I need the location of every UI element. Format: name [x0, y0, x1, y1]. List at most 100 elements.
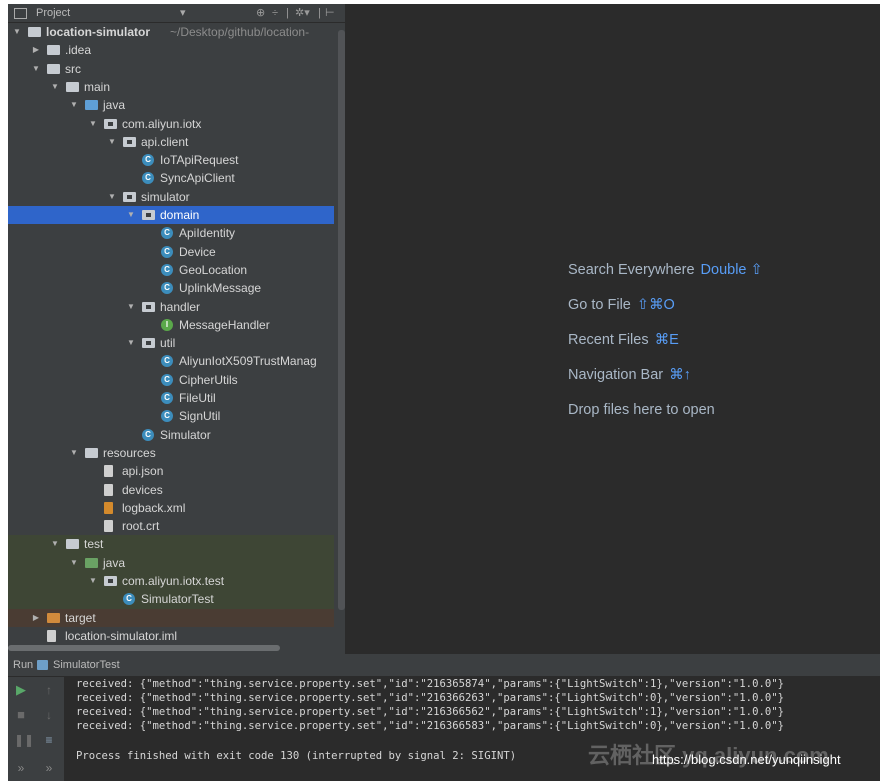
interface-icon: I — [161, 318, 173, 331]
project-path: ~/Desktop/github/location- — [170, 25, 310, 39]
tree-item[interactable]: location-simulator.iml — [8, 627, 334, 645]
expanded-arrow-icon[interactable]: ▼ — [50, 535, 60, 553]
more-right-icon[interactable]: » — [42, 761, 56, 775]
stop-icon[interactable]: ■ — [14, 708, 28, 722]
split-icon[interactable]: ÷ — [272, 4, 278, 22]
expanded-arrow-icon[interactable]: ▼ — [88, 572, 98, 590]
tree-item[interactable]: ▼ com.aliyun.iotx — [8, 115, 334, 133]
expanded-arrow-icon[interactable]: ▼ — [126, 334, 136, 352]
expanded-arrow-icon[interactable]: ▼ — [126, 206, 136, 224]
soft-wrap-icon[interactable]: ≡ — [42, 733, 56, 747]
target-icon[interactable]: ⊕ — [256, 4, 265, 22]
tree-item[interactable]: ▼ domain — [8, 206, 334, 225]
tree-item[interactable]: ▼ handler — [8, 298, 334, 316]
tree-item[interactable]: logback.xml — [8, 499, 334, 517]
tree-item[interactable]: ▼ main — [8, 78, 334, 96]
expanded-arrow-icon[interactable]: ▼ — [69, 444, 79, 462]
tree-item[interactable]: ▼ test — [8, 535, 334, 554]
tree-item[interactable]: ▶ target — [8, 608, 334, 627]
class-icon: C — [161, 392, 173, 404]
expanded-arrow-icon[interactable]: ▼ — [12, 23, 22, 41]
project-title[interactable]: Project — [36, 4, 70, 22]
tree-item[interactable]: ▼ simulator — [8, 188, 334, 206]
horizontal-scrollbar[interactable] — [8, 645, 280, 651]
tree-item-label: GeoLocation — [179, 262, 248, 277]
run-label[interactable]: Run — [13, 654, 33, 676]
tree-item-label: test — [84, 537, 104, 552]
tree-item[interactable]: C ApiIdentity — [8, 224, 334, 242]
tree-item[interactable]: ▶ .idea — [8, 41, 334, 59]
tree-item-label: UplinkMessage — [179, 281, 262, 296]
expanded-arrow-icon[interactable]: ▼ — [69, 96, 79, 114]
package-icon — [104, 118, 117, 129]
folder-icon — [28, 27, 41, 37]
tree-item[interactable]: C GeoLocation — [8, 261, 334, 279]
tree-item[interactable]: devices — [8, 481, 334, 499]
hint-label: Navigation Bar — [568, 367, 664, 383]
collapsed-arrow-icon[interactable]: ▶ — [31, 41, 41, 59]
tree-item[interactable]: C UplinkMessage — [8, 279, 334, 297]
pause-icon[interactable]: ❚❚ — [14, 733, 34, 747]
tree-item[interactable]: C FileUtil — [8, 389, 334, 407]
run-toolbar: ▶ ↑ ■ ↓ ❚❚ ≡ » » — [8, 677, 64, 781]
tree-item[interactable]: C SignUtil — [8, 407, 334, 425]
run-config-tab[interactable]: SimulatorTest — [53, 654, 120, 676]
tree-item-label: devices — [122, 482, 163, 497]
scroll-up-icon[interactable]: ↑ — [42, 683, 56, 697]
tree-item-label: com.aliyun.iotx.test — [122, 574, 225, 588]
tree-item[interactable]: api.json — [8, 462, 334, 480]
tree-item[interactable]: C Simulator — [8, 426, 334, 444]
collapsed-arrow-icon[interactable]: ▶ — [31, 609, 41, 627]
class-icon: C — [161, 373, 173, 386]
expanded-arrow-icon[interactable]: ▼ — [88, 115, 98, 133]
tree-item-label: api.client — [141, 134, 189, 149]
tree-item[interactable]: ▼ resources — [8, 444, 334, 462]
file-icon — [47, 629, 56, 642]
tree-item[interactable]: I MessageHandler — [8, 316, 334, 334]
tree-item[interactable]: C IoTApiRequest — [8, 151, 334, 169]
tree-item[interactable]: C AliyunIotX509TrustManag — [8, 352, 334, 370]
tree-item[interactable]: ▼ com.aliyun.iotx.test — [8, 572, 334, 591]
tree-item[interactable]: ▼ java — [8, 553, 334, 572]
scroll-down-icon[interactable]: ↓ — [42, 708, 56, 722]
hide-icon[interactable]: ⊢ — [325, 4, 335, 22]
tree-item[interactable]: C SimulatorTest — [8, 590, 334, 609]
tree-item[interactable]: C SyncApiClient — [8, 169, 334, 187]
expanded-arrow-icon[interactable]: ▼ — [50, 78, 60, 96]
project-view-dropdown-icon[interactable]: ▾ — [180, 4, 186, 22]
expanded-arrow-icon[interactable]: ▼ — [107, 133, 117, 151]
vertical-scrollbar[interactable] — [338, 30, 345, 610]
expanded-arrow-icon[interactable]: ▼ — [31, 60, 41, 78]
console-line: received: {"method":"thing.service.prope… — [76, 720, 784, 732]
hint-shortcut: ⌘E — [654, 332, 679, 348]
tree-item-label: IoTApiRequest — [160, 153, 239, 168]
tree-item-label: util — [160, 336, 176, 351]
hint-search-everywhere: Search Everywhere Double ⇧ — [568, 262, 763, 278]
hint-navigation-bar: Navigation Bar ⌘↑ — [568, 367, 691, 383]
editor-empty-area[interactable]: Search Everywhere Double ⇧ Go to File ⇧⌘O … — [345, 4, 880, 654]
hint-recent-files: Recent Files ⌘E — [568, 332, 679, 348]
gear-icon[interactable]: ✲▾ — [295, 4, 310, 22]
tree-item-label: main — [84, 79, 111, 94]
class-icon: C — [161, 263, 173, 276]
rerun-icon[interactable]: ▶ — [14, 683, 28, 697]
more-left-icon[interactable]: » — [14, 761, 28, 775]
tree-item[interactable]: root.crt — [8, 517, 334, 535]
tree-item[interactable]: C Device — [8, 243, 334, 261]
tree-item[interactable]: ▼ java — [8, 96, 334, 114]
expanded-arrow-icon[interactable]: ▼ — [126, 298, 136, 316]
tree-item-label: location-simulator — [46, 25, 151, 39]
expanded-arrow-icon[interactable]: ▼ — [69, 554, 79, 572]
tree-item-label: resources — [103, 445, 156, 460]
tree-item[interactable]: ▼ src — [8, 60, 334, 78]
expanded-arrow-icon[interactable]: ▼ — [107, 188, 117, 206]
project-icon — [14, 8, 27, 19]
run-panel-header: Run SimulatorTest — [8, 654, 880, 677]
tree-item[interactable]: ▼ api.client — [8, 133, 334, 151]
tree-item[interactable]: ▼ util — [8, 334, 334, 352]
tree-item[interactable]: C CipherUtils — [8, 371, 334, 389]
tree-item-label: src — [65, 61, 81, 76]
tree-item-label: api.json — [122, 464, 164, 479]
tree-item[interactable]: ▼ location-simulator ~/Desktop/github/loca… — [8, 23, 334, 41]
tree-item-label: MessageHandler — [179, 317, 270, 332]
